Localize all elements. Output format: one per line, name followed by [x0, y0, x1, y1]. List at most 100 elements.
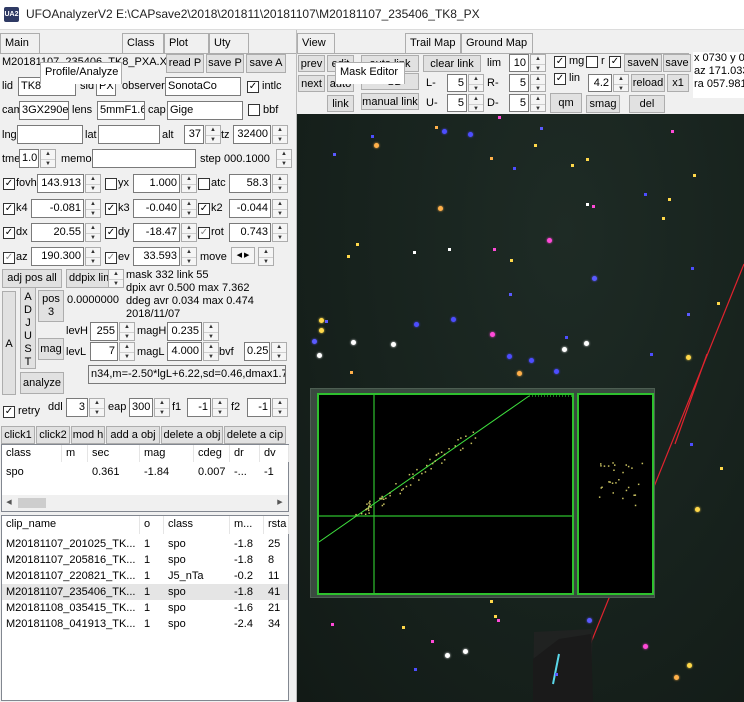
- ev-spinner[interactable]: ▲ ▼: [181, 247, 197, 266]
- d-minus-field[interactable]: 5: [509, 94, 529, 112]
- k3-field[interactable]: -0.040: [133, 199, 180, 218]
- table-row[interactable]: M20181107_205816_TK... 1 spo -1.8 8: [2, 552, 288, 568]
- a-button[interactable]: A: [2, 291, 16, 395]
- magl-spinner[interactable]: ▲ ▼: [203, 342, 219, 361]
- cap-field[interactable]: Gige: [167, 101, 243, 120]
- k4-checkbox[interactable]: ✓: [3, 203, 15, 215]
- rot-field[interactable]: 0.743: [229, 223, 271, 242]
- mg-checkbox[interactable]: ✓: [554, 56, 566, 68]
- lim-spinner[interactable]: ▲ ▼: [530, 54, 546, 72]
- smag-button[interactable]: smag: [586, 95, 620, 113]
- table-row[interactable]: M20181107_201025_TK... 1 spo -1.8 25: [2, 536, 288, 552]
- save-button[interactable]: save: [663, 54, 691, 72]
- col-header-mag[interactable]: mag: [140, 445, 194, 462]
- k3-spinner[interactable]: ▲ ▼: [181, 199, 197, 218]
- tme-field[interactable]: 1.0: [19, 149, 39, 168]
- mag-button[interactable]: mag: [38, 338, 64, 360]
- levh-spinner[interactable]: ▲ ▼: [119, 322, 135, 341]
- magh-field[interactable]: 0.235: [167, 322, 202, 341]
- intlc-checkbox[interactable]: ✓: [247, 81, 259, 93]
- qm-button[interactable]: qm: [550, 93, 582, 113]
- f2-field[interactable]: -1: [247, 398, 271, 417]
- col-header-class[interactable]: class: [164, 516, 230, 534]
- ddl-spinner[interactable]: ▲ ▼: [89, 398, 105, 417]
- k2-field[interactable]: -0.044: [229, 199, 271, 218]
- bvf-spinner[interactable]: ▲ ▼: [271, 342, 287, 361]
- retry-checkbox[interactable]: ✓: [3, 406, 15, 418]
- lng-field[interactable]: [17, 125, 83, 144]
- table-row[interactable]: M20181107_235406_TK... 1 spo -1.8 41: [2, 584, 288, 600]
- savenn-checkbox[interactable]: ✓: [609, 56, 621, 68]
- fovh-spinner[interactable]: ▲ ▼: [85, 174, 101, 193]
- col-header-cdeg[interactable]: cdeg: [194, 445, 230, 462]
- tab-ground-map[interactable]: Ground Map: [461, 33, 533, 53]
- adjust-button[interactable]: A D J U S T: [20, 287, 36, 369]
- col-header-dr[interactable]: dr: [230, 445, 260, 462]
- tab-main[interactable]: Main: [0, 33, 40, 53]
- cam-field[interactable]: 3GX290e: [19, 101, 69, 120]
- fovh-field[interactable]: 143.913: [37, 174, 84, 193]
- bbf-checkbox[interactable]: [248, 104, 260, 116]
- observer-field[interactable]: SonotaCo: [165, 77, 241, 96]
- horizontal-scrollbar[interactable]: ◀ ▶: [2, 495, 288, 511]
- rot-checkbox[interactable]: ✓: [198, 227, 210, 239]
- col-header-m[interactable]: m...: [230, 516, 264, 534]
- tab-mask-editor[interactable]: Mask Editor: [335, 62, 405, 84]
- scroll-right-icon[interactable]: ▶: [274, 497, 286, 509]
- alt-spinner[interactable]: ▲ ▼: [205, 125, 221, 144]
- click2-button[interactable]: click2: [36, 426, 70, 444]
- analyze-button[interactable]: analyze: [20, 372, 64, 394]
- next-button[interactable]: next: [298, 75, 325, 92]
- mag-limit-field[interactable]: 4.2: [588, 74, 612, 92]
- r-minus-spinner[interactable]: ▲ ▼: [530, 74, 546, 92]
- bvf-field[interactable]: 0.25: [244, 342, 270, 361]
- eap-field[interactable]: 300: [129, 398, 153, 417]
- k2-checkbox[interactable]: ✓: [198, 203, 210, 215]
- eap-spinner[interactable]: ▲ ▼: [154, 398, 170, 417]
- step-spinner[interactable]: ▲ ▼: [276, 149, 292, 168]
- link-button[interactable]: link: [327, 95, 354, 112]
- u-minus-field[interactable]: 5: [447, 94, 467, 112]
- ddl-field[interactable]: 3: [66, 398, 88, 417]
- ev-checkbox[interactable]: ✓: [105, 252, 117, 264]
- lim-field[interactable]: 10: [509, 54, 529, 72]
- prev-button[interactable]: prev: [298, 55, 325, 72]
- f1-field[interactable]: -1: [187, 398, 211, 417]
- ddpix-spinner[interactable]: ▲ ▼: [108, 269, 124, 288]
- sky-image[interactable]: [297, 114, 744, 702]
- ev-field[interactable]: 33.593: [133, 247, 180, 266]
- col-header-rsta[interactable]: rsta: [264, 516, 289, 534]
- saven-button[interactable]: saveN: [624, 54, 662, 72]
- atc-field[interactable]: 58.3: [229, 174, 271, 193]
- click1-button[interactable]: click1: [1, 426, 35, 444]
- move-lr-spinner[interactable]: ◀ ▶: [231, 247, 255, 264]
- tab-plot[interactable]: Plot: [164, 33, 209, 53]
- col-header-o[interactable]: o: [140, 516, 164, 534]
- adj-pos-all-button[interactable]: adj pos all: [2, 269, 62, 288]
- pos3-button[interactable]: pos 3: [38, 290, 64, 322]
- az-field[interactable]: 190.300: [31, 247, 84, 266]
- col-header-m[interactable]: m: [62, 445, 88, 462]
- tab-uty[interactable]: Uty: [209, 33, 249, 53]
- del-button[interactable]: del: [629, 95, 665, 113]
- f1-spinner[interactable]: ▲ ▼: [212, 398, 228, 417]
- yx-spinner[interactable]: ▲ ▼: [181, 174, 197, 193]
- l-minus-field[interactable]: 5: [447, 74, 467, 92]
- levl-spinner[interactable]: ▲ ▼: [119, 342, 135, 361]
- k4-field[interactable]: -0.081: [31, 199, 84, 218]
- tab-view[interactable]: View: [297, 33, 335, 53]
- r-minus-field[interactable]: 5: [509, 74, 529, 92]
- dy-checkbox[interactable]: ✓: [105, 227, 117, 239]
- yx-field[interactable]: 1.000: [133, 174, 180, 193]
- yx-checkbox[interactable]: [105, 178, 117, 190]
- table-row[interactable]: spo 0.361 -1.84 0.007 -... -1: [2, 464, 288, 480]
- k2-spinner[interactable]: ▲ ▼: [272, 199, 288, 218]
- tab-trail-map[interactable]: Trail Map: [405, 33, 461, 53]
- reload-button[interactable]: reload: [631, 74, 665, 92]
- magl-field[interactable]: 4.000: [167, 342, 202, 361]
- col-header-clip-name[interactable]: clip_name: [2, 516, 140, 534]
- delete-obj-button[interactable]: delete a obj: [161, 426, 223, 444]
- add-obj-button[interactable]: add a obj: [106, 426, 160, 444]
- tz-spinner[interactable]: ▲ ▼: [272, 125, 288, 144]
- magh-spinner[interactable]: ▲ ▼: [203, 322, 219, 341]
